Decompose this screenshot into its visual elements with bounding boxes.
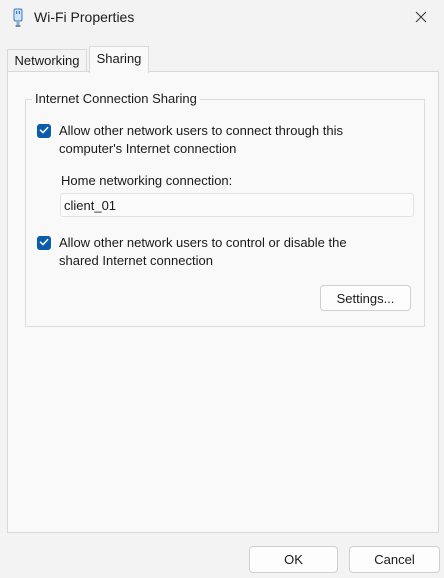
home-connection-label: Home networking connection: [61, 173, 233, 188]
cancel-button[interactable]: Cancel [349, 546, 440, 573]
ok-button[interactable]: OK [249, 546, 338, 573]
tab-networking[interactable]: Networking [7, 49, 87, 71]
close-button[interactable] [398, 0, 444, 36]
home-connection-field[interactable] [60, 193, 414, 217]
wifi-properties-window: Wi-Fi Properties Networking Sharing Inte… [0, 0, 444, 578]
allow-connect-label: Allow other network users to connect thr… [59, 123, 343, 156]
allow-connect-checkbox[interactable] [37, 124, 51, 138]
tab-sharing[interactable]: Sharing [89, 46, 149, 73]
checkmark-icon [39, 236, 49, 250]
title-bar: Wi-Fi Properties [0, 0, 444, 36]
checkmark-icon [39, 124, 49, 138]
sharing-panel: Internet Connection Sharing Allow other … [7, 71, 439, 533]
allow-control-checkbox[interactable] [37, 236, 51, 250]
allow-control-label: Allow other network users to control or … [59, 235, 347, 268]
network-adapter-icon [11, 8, 25, 28]
close-icon [415, 11, 427, 26]
ics-group-title: Internet Connection Sharing [32, 91, 200, 106]
window-title: Wi-Fi Properties [34, 9, 135, 25]
ics-group: Internet Connection Sharing Allow other … [25, 91, 425, 327]
settings-button[interactable]: Settings... [320, 285, 411, 311]
